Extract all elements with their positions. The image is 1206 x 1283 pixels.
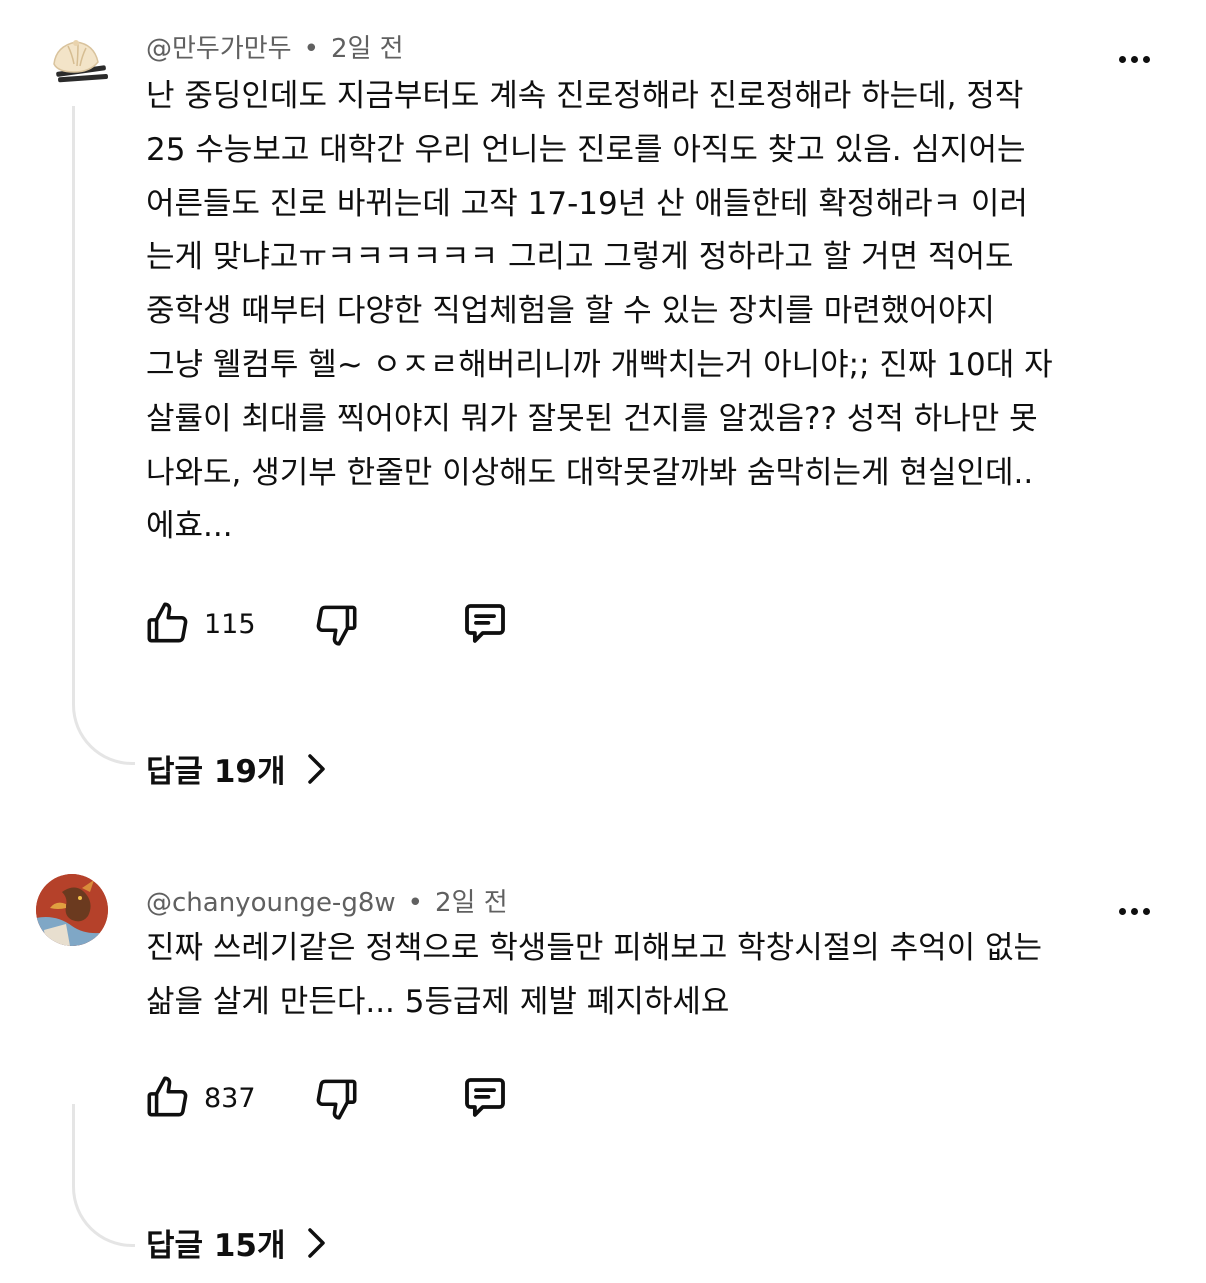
thumbs-down-icon xyxy=(316,605,357,646)
reply-button[interactable] xyxy=(458,596,512,652)
replies-label: 답글 15개 xyxy=(146,1228,286,1264)
separator-dot: • xyxy=(303,34,319,64)
comment-meta: @chanyounge-g8w • 2일 전 xyxy=(146,882,508,919)
like-button[interactable]: 115 xyxy=(142,596,256,652)
thumbs-up-icon xyxy=(147,602,188,643)
comment-time[interactable]: 2일 전 xyxy=(331,34,404,64)
comment-line: 에효... xyxy=(146,508,233,545)
comment-text: 진짜 쓰레기같은 정책으로 학생들만 피해보고 학창시절의 추억이 없는 삶을 … xyxy=(146,922,1136,1030)
comment-line: 나와도, 생기부 한줄만 이상해도 대학못갈까봐 숨막히는게 현실인데.. xyxy=(146,454,1034,491)
like-count: 837 xyxy=(204,1082,256,1114)
dragon-avatar-icon xyxy=(36,874,108,946)
comment-line: 25 수능보고 대학간 우리 언니는 진로를 아직도 찾고 있음. 심지어는 xyxy=(146,131,1026,168)
comment-icon xyxy=(465,1078,505,1117)
avatar[interactable] xyxy=(42,24,114,96)
comment-line: 어른들도 진로 바뀌는데 고작 17-19년 산 애들한테 확정해라ㅋ 이러 xyxy=(146,185,1028,222)
comment-line: 살률이 최대를 찍어야지 뭐가 잘못된 건지를 알겠음?? 성적 하나만 못 xyxy=(146,400,1038,437)
comment-line: 삶을 살게 만든다... 5등급제 제발 폐지하세요 xyxy=(146,983,730,1020)
chevron-right-icon xyxy=(307,753,325,784)
chevron-right-icon xyxy=(307,1227,325,1258)
dislike-button[interactable] xyxy=(312,1070,362,1126)
like-button[interactable]: 837 xyxy=(142,1070,256,1126)
separator-dot: • xyxy=(407,888,423,918)
like-count: 115 xyxy=(204,608,256,640)
comment-icon xyxy=(465,604,505,643)
author-name[interactable]: @chanyounge-g8w xyxy=(146,888,396,918)
thread-line xyxy=(72,1104,135,1247)
view-replies-button[interactable]: 답글 19개 xyxy=(146,746,328,791)
comment-thread: @chanyounge-g8w • 2일 전 진짜 쓰레기같은 정책으로 학생들만 … xyxy=(0,860,1206,1283)
comment-line: 그냥 웰컴투 헬~ ㅇㅈㄹ해버리니까 개빡치는거 아니야;; 진짜 10대 자 xyxy=(146,346,1053,383)
comment-text: 난 중딩인데도 지금부터도 계속 진로정해라 진로정해라 하는데, 정작 25 … xyxy=(146,70,1136,554)
reply-button[interactable] xyxy=(458,1070,512,1126)
author-name[interactable]: @만두가만두 xyxy=(146,34,292,64)
thread-line xyxy=(72,106,135,765)
thumbs-down-icon xyxy=(316,1079,357,1120)
more-options-button[interactable] xyxy=(1112,899,1156,923)
thumbs-up-icon xyxy=(147,1076,188,1117)
comment-line: 난 중딩인데도 지금부터도 계속 진로정해라 진로정해라 하는데, 정작 xyxy=(146,78,1024,114)
dislike-button[interactable] xyxy=(312,596,362,652)
more-options-button[interactable] xyxy=(1112,47,1156,71)
comment-time[interactable]: 2일 전 xyxy=(435,888,508,918)
comment-line: 진짜 쓰레기같은 정책으로 학생들만 피해보고 학창시절의 추억이 없는 xyxy=(146,930,1043,966)
view-replies-button[interactable]: 답글 15개 xyxy=(146,1220,328,1265)
comment-meta: @만두가만두 • 2일 전 xyxy=(146,28,404,65)
comment-line: 중학생 때부터 다양한 직업체험을 할 수 있는 장치를 마련했어야지 xyxy=(146,293,995,330)
avatar[interactable] xyxy=(36,874,108,946)
replies-label: 답글 19개 xyxy=(146,754,286,790)
comment-line: 는게 맞냐고ㅠㅋㅋㅋㅋㅋㅋ 그리고 그렇게 정하라고 할 거면 적어도 xyxy=(146,239,1014,276)
comment-thread: @만두가만두 • 2일 전 난 중딩인데도 지금부터도 계속 진로정해라 진로정해라… xyxy=(0,0,1206,820)
dumpling-avatar-icon xyxy=(42,24,114,96)
